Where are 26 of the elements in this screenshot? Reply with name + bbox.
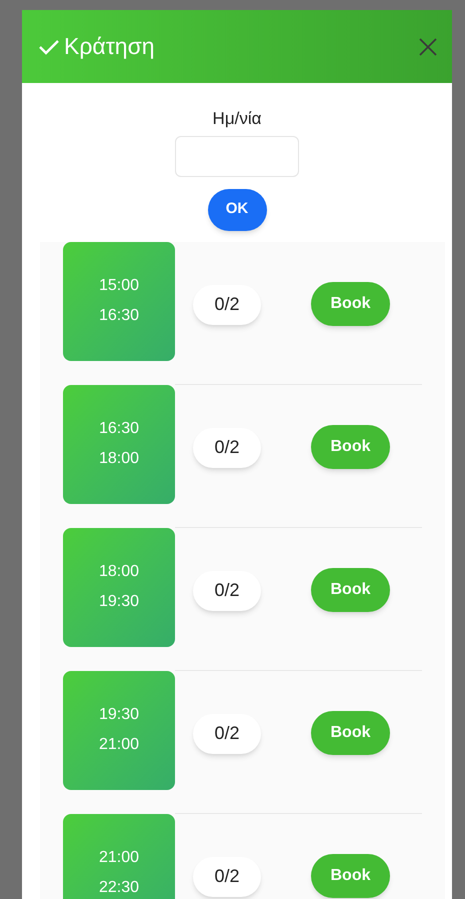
book-button[interactable]: Book xyxy=(311,854,390,898)
date-label: Ημ/νία xyxy=(212,108,262,130)
ok-button[interactable]: OK xyxy=(208,188,266,230)
book-button[interactable]: Book xyxy=(311,710,390,754)
end-time: 16:30 xyxy=(98,306,140,326)
start-time: 15:00 xyxy=(98,276,140,296)
occupancy-pill: 0/2 xyxy=(193,284,261,324)
checkmark-icon xyxy=(38,38,60,56)
end-time: 18:00 xyxy=(98,449,140,469)
start-time: 18:00 xyxy=(98,562,140,582)
start-time: 16:30 xyxy=(98,419,140,439)
start-time: 19:30 xyxy=(98,705,140,725)
date-input-field[interactable] xyxy=(175,136,299,176)
close-icon xyxy=(418,36,438,56)
occupancy-pill: 0/2 xyxy=(193,856,261,896)
start-time: 21:00 xyxy=(98,848,140,868)
occupancy-pill: 0/2 xyxy=(193,714,261,754)
book-button[interactable]: Book xyxy=(311,282,390,326)
dialog-title: Κράτηση xyxy=(64,32,155,62)
end-time: 21:00 xyxy=(98,735,140,755)
end-time: 19:30 xyxy=(98,592,140,612)
occupancy-pill: 0/2 xyxy=(193,428,261,468)
book-button[interactable]: Book xyxy=(311,568,390,612)
end-time: 22:30 xyxy=(98,878,140,898)
book-button[interactable]: Book xyxy=(311,424,390,468)
occupancy-pill: 0/2 xyxy=(193,570,261,610)
